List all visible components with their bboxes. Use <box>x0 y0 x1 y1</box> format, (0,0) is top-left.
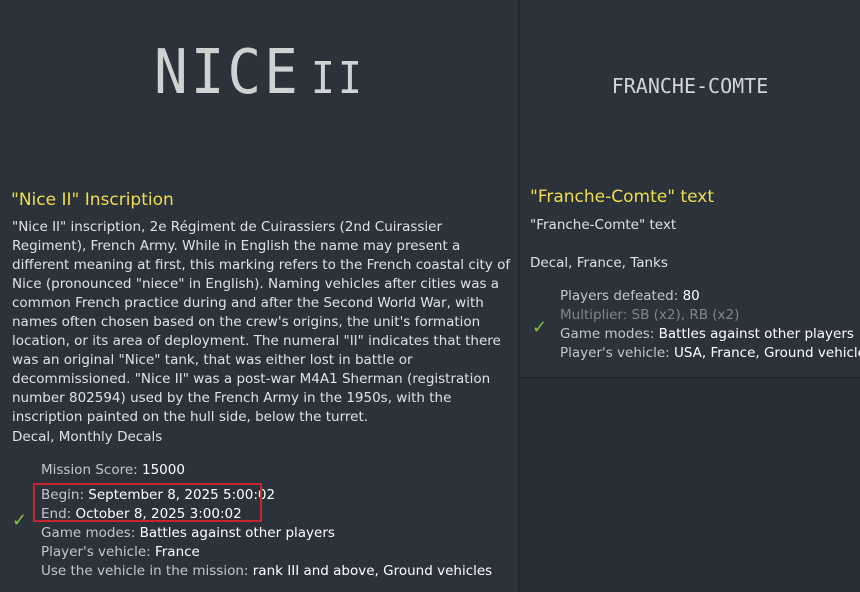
decal-card-franche-comte: FRANCHE-COMTE "Franche-Comte" text "Fran… <box>520 0 860 378</box>
decal-preview-nice-ii: NICE II <box>0 37 519 109</box>
game-modes-row: Game modes: Battles against other player… <box>41 525 335 541</box>
decal-card-nice-ii: NICE II "Nice II" Inscription "Nice II" i… <box>0 0 519 592</box>
use-vehicle-row: Use the vehicle in the mission: rank III… <box>41 563 493 579</box>
players-defeated-row: Players defeated: 80 <box>560 288 700 304</box>
mission-score-row: Mission Score: 15000 <box>41 462 185 478</box>
decal-preview-franche-comte: FRANCHE-COMTE <box>611 74 769 98</box>
decal-subtitle: "Franche-Comte" text <box>530 217 677 233</box>
players-vehicle-row: Player's vehicle: USA, France, Ground ve… <box>560 345 860 361</box>
decal-tags: Decal, Monthly Decals <box>12 429 163 445</box>
decal-text: NICE <box>153 36 301 109</box>
decal-title: "Nice II" Inscription <box>11 190 174 210</box>
multiplier-row: Multiplier: SB (x2), RB (x2) <box>560 307 740 323</box>
game-modes-row: Game modes: Battles against other player… <box>560 326 854 342</box>
requirements-list: Players defeated: 80 Multiplier: SB (x2)… <box>560 287 860 363</box>
date-range-highlight <box>33 483 262 522</box>
checkmark-icon: ✓ <box>532 317 548 338</box>
decal-subtext: II <box>310 53 366 104</box>
decal-tags: Decal, France, Tanks <box>530 255 668 271</box>
checkmark-icon: ✓ <box>12 510 28 531</box>
decal-title: "Franche-Comte" text <box>530 187 714 207</box>
players-vehicle-row: Player's vehicle: France <box>41 544 200 560</box>
decal-description: "Nice II" inscription, 2e Régiment de Cu… <box>12 219 511 425</box>
